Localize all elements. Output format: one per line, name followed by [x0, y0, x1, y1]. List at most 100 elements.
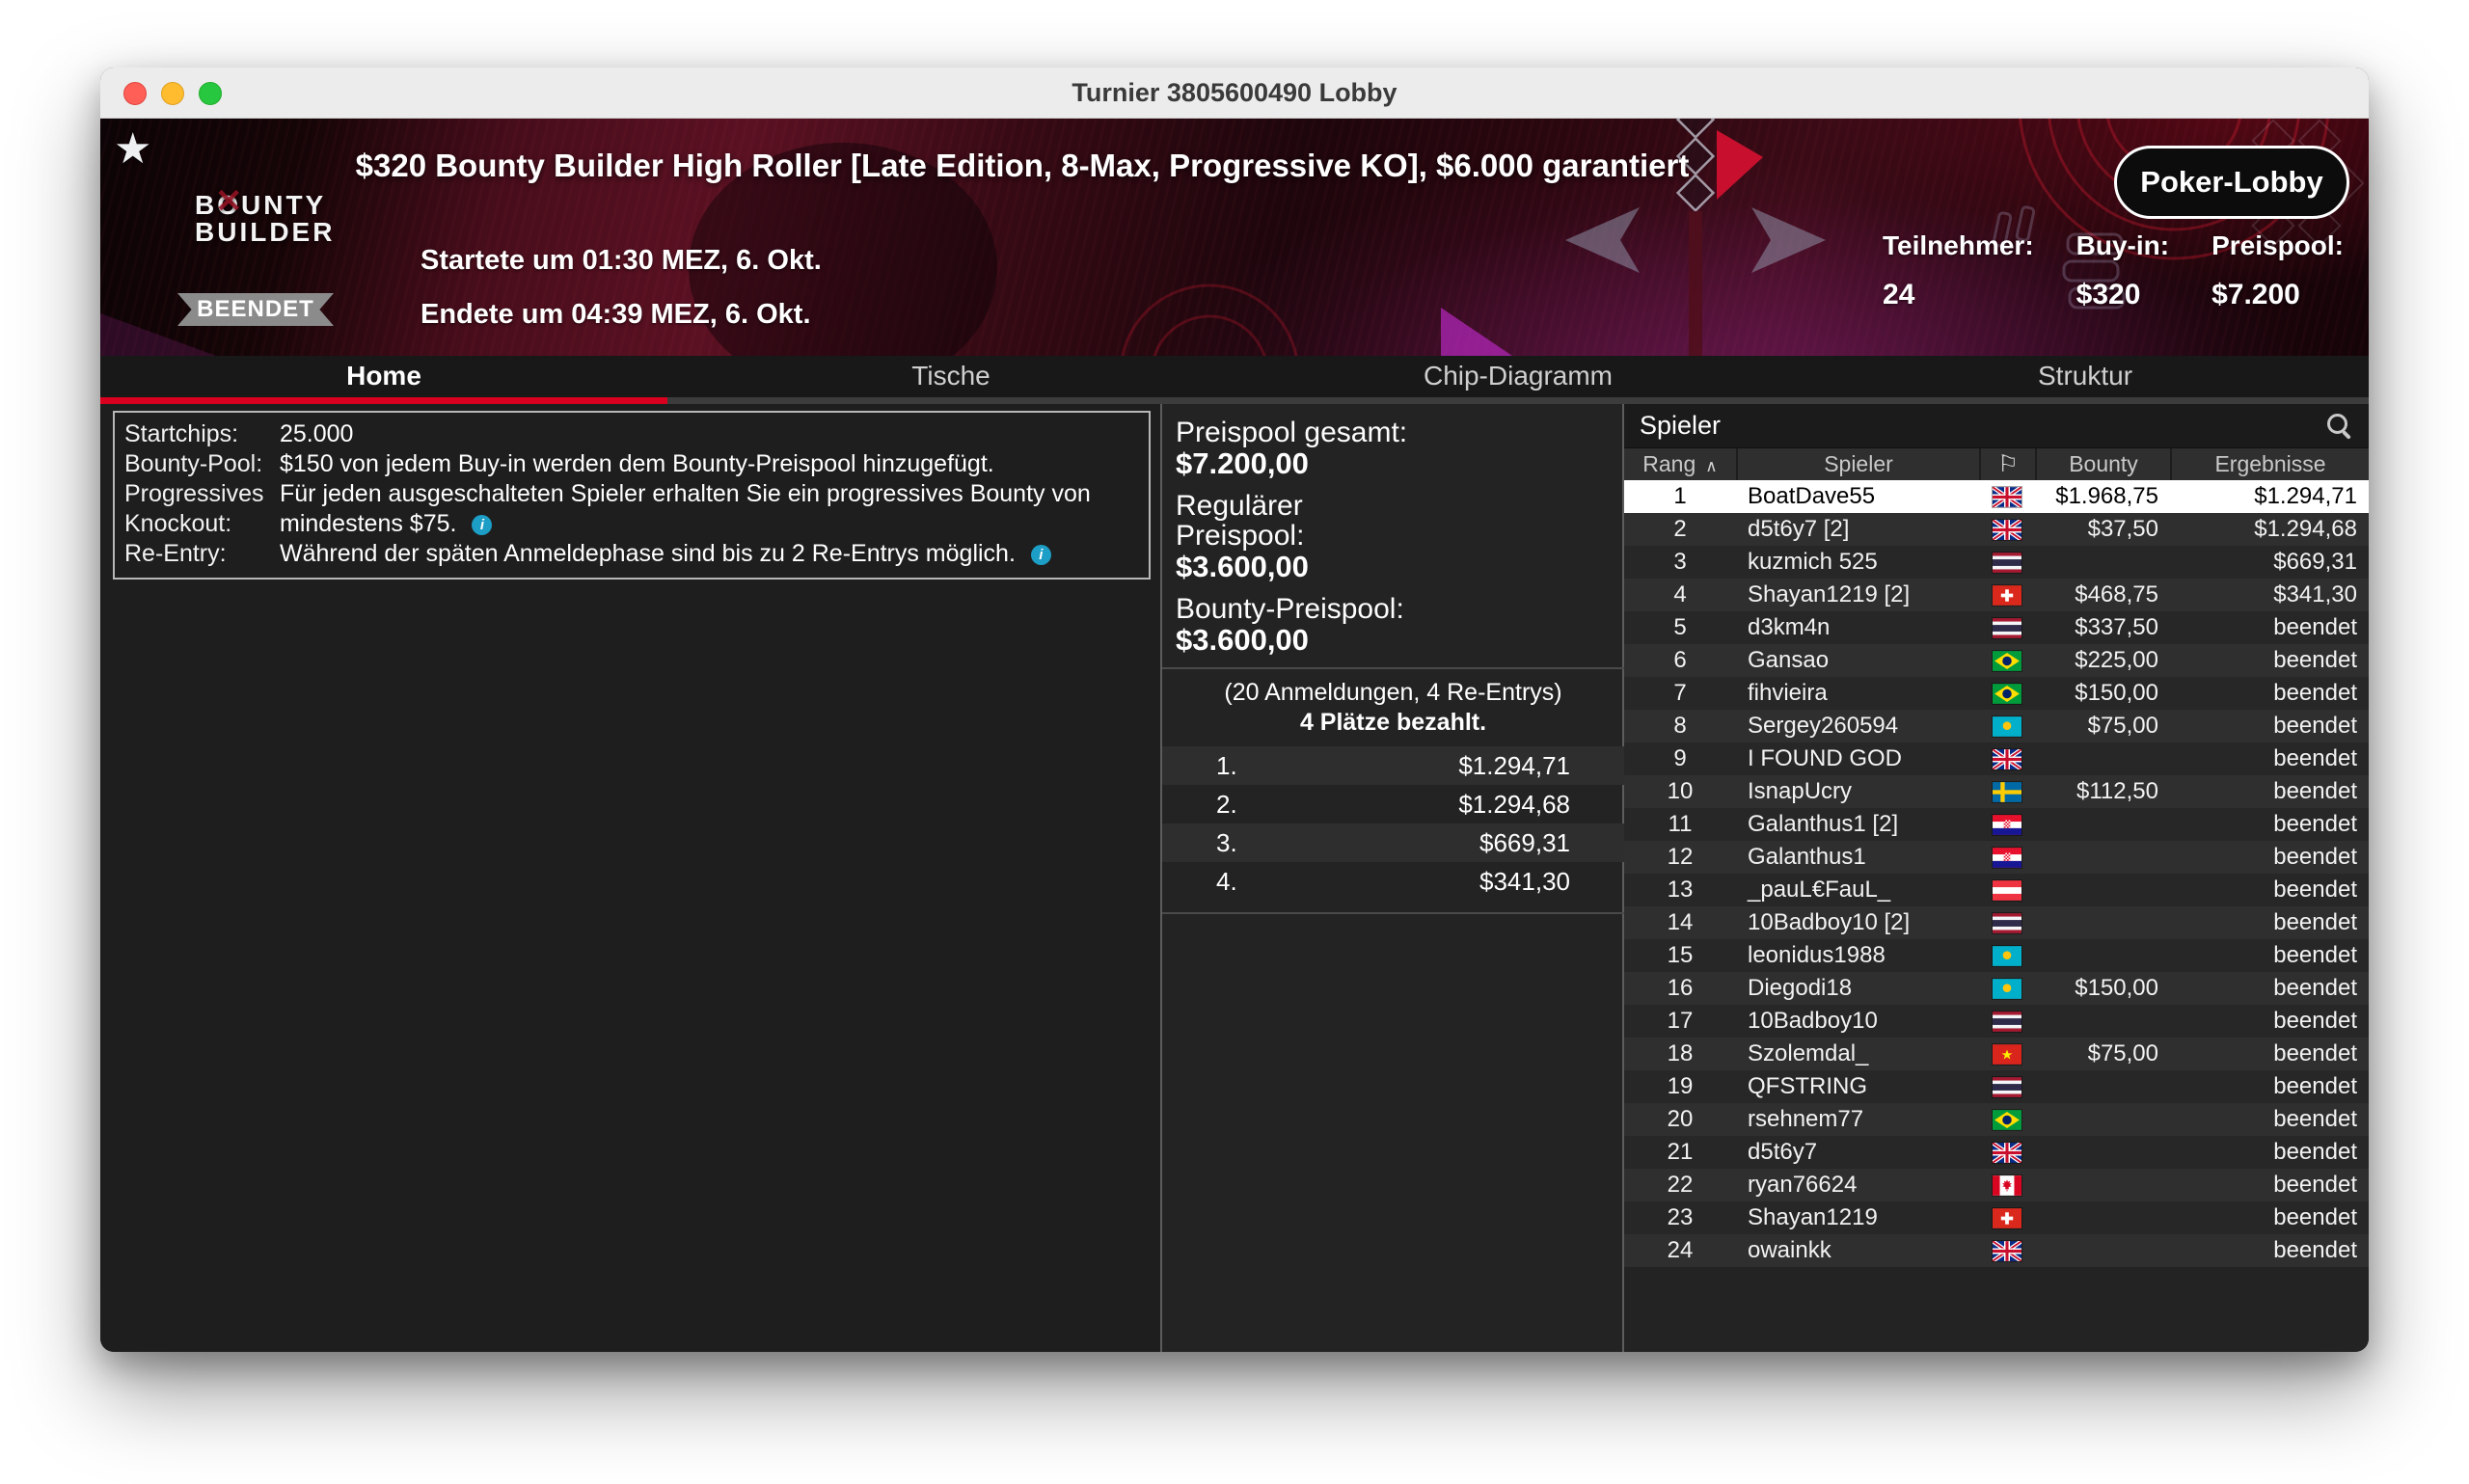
minimize-button[interactable] — [161, 82, 184, 105]
end-time-text: Endete um 04:39 MEZ, 6. Okt. — [421, 299, 811, 330]
player-rank: 13 — [1667, 877, 1694, 903]
player-bounty: $75,00 — [2087, 1040, 2158, 1066]
player-bounty: $225,00 — [2075, 647, 2158, 673]
info-icon[interactable]: i — [472, 515, 493, 535]
player-result: beendet — [2273, 877, 2357, 903]
stat-value: 24 — [1883, 279, 1915, 310]
column-bounty[interactable]: Bounty — [2035, 448, 2170, 480]
flag-th-icon — [1979, 546, 2035, 579]
player-bounty — [2035, 1201, 2170, 1234]
flag-kz-icon — [1979, 710, 2035, 742]
player-bounty: $37,50 — [2087, 516, 2158, 542]
player-row[interactable]: 20 rsehnem77 beendet — [1624, 1103, 2369, 1136]
player-rank: 5 — [1673, 614, 1687, 640]
flag-se-icon — [1979, 775, 2035, 808]
player-row[interactable]: 15 leonidus1988 beendet — [1624, 939, 2369, 972]
player-row[interactable]: 1 BoatDave55 $1.968,75 $1.294,71 — [1624, 480, 2369, 513]
logo-line2: BUILDER — [195, 217, 336, 247]
player-row[interactable]: 3 kuzmich 525 $669,31 — [1624, 546, 2369, 579]
payout-row: 3. $669,31 — [1162, 823, 1624, 862]
traffic-lights — [123, 82, 222, 105]
player-row[interactable]: 16 Diegodi18 $150,00 beendet — [1624, 972, 2369, 1005]
crossed-axes-icon: ✕ — [215, 183, 243, 220]
close-button[interactable] — [123, 82, 147, 105]
player-bounty: $112,50 — [2076, 778, 2158, 804]
flag-ca-icon — [1979, 1169, 2035, 1201]
player-row[interactable]: 10 IsnapUcry $112,50 beendet — [1624, 775, 2369, 808]
tab-chip-diagramm[interactable]: Chip-Diagramm — [1234, 356, 1802, 404]
player-row[interactable]: 11 Galanthus1 [2] beendet — [1624, 808, 2369, 841]
tab-home[interactable]: Home — [100, 356, 667, 404]
player-row[interactable]: 6 Gansao $225,00 beendet — [1624, 644, 2369, 677]
player-row[interactable]: 2 d5t6y7 [2] $37,50 $1.294,68 — [1624, 513, 2369, 546]
player-rank: 20 — [1667, 1106, 1694, 1132]
player-row[interactable]: 24 owainkk beendet — [1624, 1234, 2369, 1267]
player-row[interactable]: 19 QFSTRING beendet — [1624, 1070, 2369, 1103]
column-rang-label: Rang — [1642, 451, 1696, 476]
flag-gb-icon — [1979, 1136, 2035, 1169]
stat-label: Buy-in: — [2076, 230, 2170, 260]
player-bounty — [2035, 939, 2170, 972]
player-result: beendet — [2273, 778, 2357, 804]
status-badge: BEENDET — [177, 293, 334, 326]
player-name: Diegodi18 — [1748, 975, 1853, 1001]
titlebar: Turnier 3805600490 Lobby — [100, 67, 2369, 119]
player-result: beendet — [2273, 1073, 2357, 1099]
player-name: Galanthus1 — [1748, 844, 1866, 870]
player-row[interactable]: 4 Shayan1219 [2] $468,75 $341,30 — [1624, 579, 2369, 611]
player-row[interactable]: 5 d3km4n $337,50 beendet — [1624, 611, 2369, 644]
player-name: I FOUND GOD — [1748, 745, 1902, 771]
player-result: beendet — [2273, 1008, 2357, 1034]
players-panel-header: Spieler — [1624, 404, 2369, 447]
flag-th-icon — [1979, 1005, 2035, 1038]
search-icon[interactable] — [2326, 413, 2353, 440]
player-row[interactable]: 14 10Badboy10 [2] beendet — [1624, 906, 2369, 939]
player-rank: 18 — [1667, 1040, 1694, 1066]
player-rank: 8 — [1673, 713, 1687, 739]
info-row-value: $150 von jedem Buy-in werden dem Bounty-… — [280, 450, 994, 477]
flag-ch-icon — [1979, 579, 2035, 611]
zoom-button[interactable] — [199, 82, 222, 105]
payout-amount: $1.294,71 — [1458, 751, 1570, 780]
poker-lobby-button[interactable]: Poker-Lobby — [2114, 146, 2349, 219]
player-rank: 23 — [1667, 1204, 1694, 1230]
player-bounty: $468,75 — [2075, 581, 2158, 607]
player-result: beendet — [2273, 1172, 2357, 1198]
flag-gb-icon — [1979, 742, 2035, 775]
player-name: d5t6y7 — [1748, 1139, 1818, 1165]
tab-tische[interactable]: Tische — [667, 356, 1234, 404]
player-name: BoatDave55 — [1748, 483, 1876, 509]
player-row[interactable]: 8 Sergey260594 $75,00 beendet — [1624, 710, 2369, 742]
column-spieler[interactable]: Spieler — [1736, 448, 1979, 480]
player-row[interactable]: 9 I FOUND GOD beendet — [1624, 742, 2369, 775]
column-rang[interactable]: Rang ∧ — [1624, 448, 1736, 480]
divider — [1162, 667, 1624, 669]
player-name: Sergey260594 — [1748, 713, 1899, 739]
flag-th-icon — [1979, 1070, 2035, 1103]
tab-struktur[interactable]: Struktur — [1802, 356, 2369, 404]
player-name: rsehnem77 — [1748, 1106, 1864, 1132]
player-name: Gansao — [1748, 647, 1830, 673]
info-icon[interactable]: i — [1030, 545, 1051, 565]
info-row-value: 25.000 — [280, 420, 354, 447]
flag-hr-icon — [1979, 808, 2035, 841]
player-result: beendet — [2273, 713, 2357, 739]
column-ergebnisse[interactable]: Ergebnisse — [2170, 448, 2369, 480]
favorite-star-icon[interactable]: ★ — [114, 124, 151, 174]
flag-th-icon — [1979, 611, 2035, 644]
players-title: Spieler — [1640, 411, 1722, 440]
player-row[interactable]: 21 d5t6y7 beendet — [1624, 1136, 2369, 1169]
player-row[interactable]: 18 Szolemdal_ $75,00 beendet — [1624, 1038, 2369, 1070]
player-row[interactable]: 22 ryan76624 beendet — [1624, 1169, 2369, 1201]
player-row[interactable]: 17 10Badboy10 beendet — [1624, 1005, 2369, 1038]
player-row[interactable]: 13 _pauL€FauL_ beendet — [1624, 874, 2369, 906]
player-row[interactable]: 12 Galanthus1 beendet — [1624, 841, 2369, 874]
player-row[interactable]: 7 fihvieira $150,00 beendet — [1624, 677, 2369, 710]
entries-note: (20 Anmeldungen, 4 Re-Entrys) — [1224, 679, 1562, 706]
flag-kz-icon — [1979, 972, 2035, 1005]
stat-buyin: Buy-in: $320 — [2076, 230, 2169, 311]
player-row[interactable]: 23 Shayan1219 beendet — [1624, 1201, 2369, 1234]
player-result: $341,30 — [2273, 581, 2357, 607]
column-flag[interactable]: ⚐ — [1979, 448, 2035, 480]
player-result: beendet — [2273, 942, 2357, 968]
